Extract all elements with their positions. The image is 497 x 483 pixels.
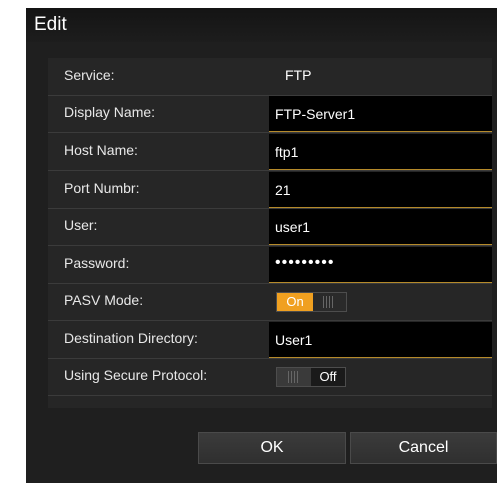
- service-label: Service:: [64, 67, 115, 83]
- display-name-row: Display Name: FTP-Server1: [48, 95, 492, 133]
- secure-protocol-state: Off: [311, 368, 345, 386]
- title-bar: Edit: [26, 8, 497, 42]
- dialog-title: Edit: [34, 14, 67, 35]
- display-name-label: Display Name:: [64, 104, 156, 120]
- password-input[interactable]: •••••••••: [269, 247, 492, 283]
- port-number-row: Port Numbr: 21: [48, 171, 492, 209]
- destination-directory-value: User1: [275, 332, 313, 348]
- settings-panel: Service: FTP Display Name: FTP-Server1 H…: [48, 58, 492, 408]
- pasv-mode-state: On: [277, 293, 313, 311]
- host-name-value: ftp1: [275, 144, 299, 160]
- port-number-label: Port Numbr:: [64, 180, 140, 196]
- user-label: User:: [64, 217, 98, 233]
- secure-protocol-toggle[interactable]: Off: [276, 367, 346, 387]
- port-number-input[interactable]: 21: [269, 172, 492, 208]
- password-value: •••••••••: [275, 254, 335, 271]
- secure-protocol-row: Using Secure Protocol: Off: [48, 358, 492, 396]
- user-value: user1: [275, 219, 311, 235]
- host-name-input[interactable]: ftp1: [269, 134, 492, 170]
- destination-directory-row: Destination Directory: User1: [48, 321, 492, 359]
- ok-button[interactable]: OK: [198, 432, 346, 464]
- secure-protocol-label: Using Secure Protocol:: [64, 367, 208, 383]
- pasv-mode-toggle[interactable]: On: [276, 292, 347, 312]
- edit-dialog: Edit Service: FTP Display Name: FTP-Serv…: [26, 8, 497, 483]
- display-name-input[interactable]: FTP-Server1: [269, 96, 492, 132]
- cancel-button[interactable]: Cancel: [350, 432, 497, 464]
- password-row: Password: •••••••••: [48, 246, 492, 284]
- pasv-mode-row: PASV Mode: On: [48, 283, 492, 321]
- toggle-track: [277, 368, 311, 386]
- grip-icon: [288, 371, 300, 383]
- toggle-track: [313, 293, 346, 311]
- display-name-value: FTP-Server1: [275, 106, 356, 122]
- host-name-row: Host Name: ftp1: [48, 133, 492, 171]
- service-row: Service: FTP: [48, 58, 492, 96]
- pasv-mode-label: PASV Mode:: [64, 292, 144, 308]
- user-row: User: user1: [48, 208, 492, 246]
- grip-icon: [323, 296, 335, 308]
- port-number-value: 21: [275, 182, 291, 198]
- destination-directory-input[interactable]: User1: [269, 322, 492, 358]
- host-name-label: Host Name:: [64, 142, 138, 158]
- destination-directory-label: Destination Directory:: [64, 330, 198, 346]
- service-value: FTP: [285, 67, 312, 83]
- password-label: Password:: [64, 255, 130, 271]
- user-input[interactable]: user1: [269, 209, 492, 245]
